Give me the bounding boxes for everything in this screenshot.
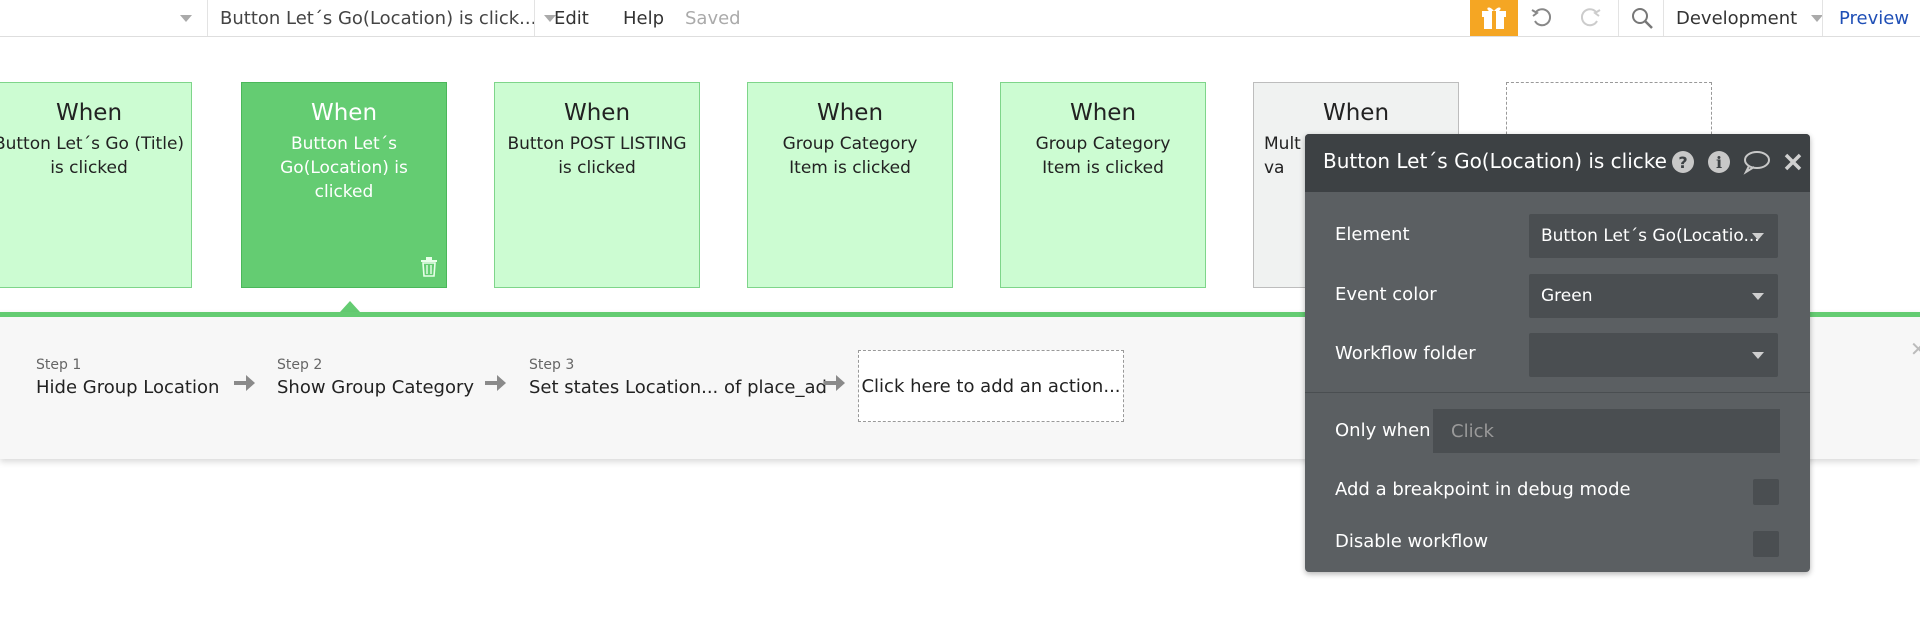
svg-text:?: ?	[1678, 153, 1687, 172]
selected-event-pointer	[340, 301, 360, 312]
gift-icon	[1482, 7, 1506, 29]
svg-text:i: i	[1716, 153, 1722, 172]
help-icon[interactable]: ?	[1670, 149, 1696, 175]
undo-icon	[1531, 8, 1552, 27]
disable-workflow-checkbox[interactable]	[1753, 531, 1779, 557]
element-label: Element	[1335, 224, 1410, 245]
step-card[interactable]: Step 2 Show Group Category	[277, 357, 474, 398]
workflow-selector[interactable]: Button Let´s Go(Location) is click...	[220, 0, 557, 36]
breakpoint-label: Add a breakpoint in debug mode	[1335, 479, 1631, 500]
info-icon[interactable]: i	[1706, 149, 1732, 175]
step-card[interactable]: Step 1 Hide Group Location	[36, 357, 219, 398]
event-color-dropdown[interactable]: Green	[1529, 274, 1778, 318]
step-number: Step 1	[36, 357, 82, 373]
event-description: Group Category Item is clicked	[782, 134, 918, 178]
breakpoint-checkbox[interactable]	[1753, 479, 1779, 505]
panel-title: Button Let´s Go(Location) is clicke	[1323, 149, 1667, 173]
workflow-folder-dropdown[interactable]	[1529, 333, 1778, 377]
step-name: Hide Group Location	[36, 377, 220, 398]
menu-edit[interactable]: Edit	[554, 0, 589, 36]
gift-button[interactable]	[1470, 0, 1518, 36]
only-when-label: Only when	[1335, 420, 1431, 441]
event-when: When	[816, 100, 884, 126]
arrow-right-icon	[234, 373, 256, 397]
preview-link[interactable]: Preview	[1839, 0, 1909, 36]
step-number: Step 2	[277, 357, 323, 373]
undo-button[interactable]	[1526, 0, 1558, 36]
event-when: When	[310, 100, 378, 126]
search-icon	[1632, 8, 1653, 29]
event-description: Button POST LISTING is clicked	[507, 134, 687, 178]
panel-divider	[1305, 392, 1810, 393]
delete-event-button[interactable]	[420, 257, 438, 281]
environment-dropdown[interactable]: Development	[1676, 0, 1824, 36]
top-toolbar: Button Let´s Go(Location) is click... Ed…	[0, 0, 1920, 37]
chevron-down-icon	[1752, 352, 1764, 359]
search-button[interactable]	[1622, 0, 1662, 36]
arrow-right-icon	[824, 373, 846, 397]
environment-label: Development	[1676, 7, 1798, 29]
workflow-selector-label: Button Let´s Go(Location) is click...	[220, 7, 537, 29]
event-card[interactable]: When Button Let´s Go (Title) is clicked	[0, 82, 192, 288]
event-card[interactable]: When Group Category Item is clicked	[1000, 82, 1206, 288]
step-name: Show Group Category	[277, 377, 475, 398]
close-steps-icon[interactable]: ✕	[1910, 337, 1920, 361]
trash-icon	[421, 257, 437, 277]
menu-help[interactable]: Help	[623, 0, 664, 36]
event-card[interactable]: When Group Category Item is clicked	[747, 82, 953, 288]
add-action-button[interactable]: Click here to add an action...	[858, 350, 1124, 422]
event-description: Button Let´s Go(Location) is clicked	[280, 134, 408, 202]
event-when: When	[1322, 100, 1390, 126]
close-icon[interactable]	[1782, 151, 1804, 173]
event-when: When	[1069, 100, 1137, 126]
redo-icon	[1580, 8, 1601, 27]
chevron-down-icon	[1752, 293, 1764, 300]
event-color-label: Event color	[1335, 284, 1437, 305]
only-when-input[interactable]	[1433, 409, 1780, 453]
chevron-down-icon	[1752, 233, 1764, 240]
disable-workflow-label: Disable workflow	[1335, 531, 1489, 552]
step-number: Step 3	[529, 357, 575, 373]
element-value: Button Let´s Go(Locatio...	[1541, 226, 1760, 246]
step-card[interactable]: Step 3 Set states Location... of place_a…	[529, 357, 827, 398]
event-card-selected[interactable]: When Button Let´s Go(Location) is clicke…	[241, 82, 447, 288]
step-name: Set states Location... of place_ad	[529, 377, 827, 398]
workflow-folder-label: Workflow folder	[1335, 343, 1476, 364]
event-description: Button Let´s Go (Title) is clicked	[0, 134, 185, 178]
event-properties-panel: Button Let´s Go(Location) is clicke ? i …	[1305, 134, 1810, 572]
arrow-right-icon	[485, 373, 507, 397]
event-color-value: Green	[1541, 286, 1593, 306]
event-description: Group Category Item is clicked	[1035, 134, 1171, 178]
comment-icon[interactable]	[1742, 149, 1772, 175]
redo-button[interactable]	[1574, 0, 1606, 36]
page-dropdown-caret[interactable]	[180, 0, 192, 36]
element-dropdown[interactable]: Button Let´s Go(Locatio...	[1529, 214, 1778, 258]
panel-header: Button Let´s Go(Location) is clicke ? i	[1305, 134, 1810, 192]
event-card[interactable]: When Button POST LISTING is clicked	[494, 82, 700, 288]
save-status: Saved	[685, 7, 741, 29]
event-when: When	[563, 100, 631, 126]
event-when: When	[55, 100, 123, 126]
